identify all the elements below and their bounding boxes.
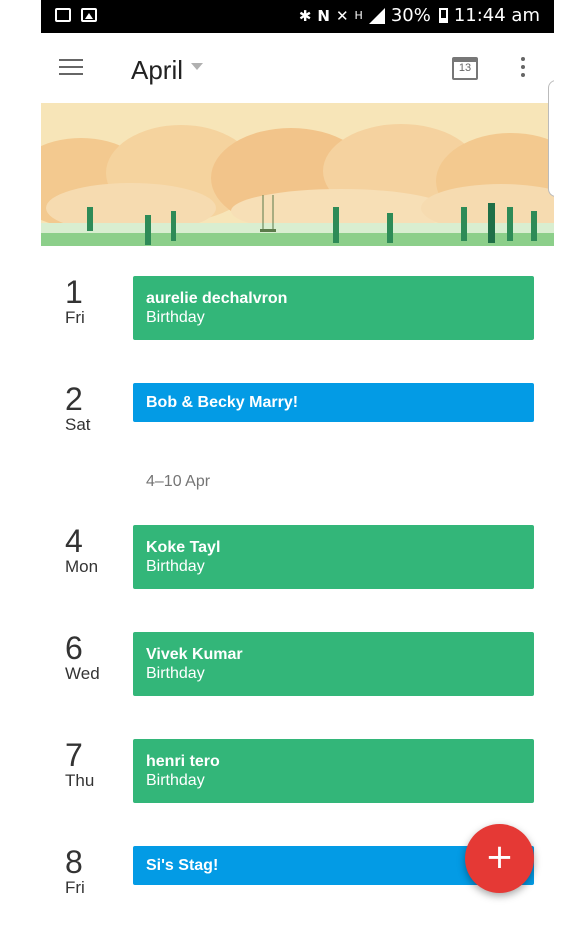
network-type-icon: H <box>354 9 363 22</box>
event-card[interactable]: Koke Tayl Birthday <box>133 525 534 589</box>
day-weekday: Wed <box>65 664 100 683</box>
today-date: 13 <box>458 62 472 74</box>
event-subtitle: Birthday <box>146 558 205 575</box>
day-weekday: Sat <box>65 415 91 434</box>
event-title: Vivek Kumar <box>146 646 243 663</box>
signal-icon <box>368 7 385 24</box>
event-title: Bob & Becky Marry! <box>146 394 299 411</box>
dropdown-caret-icon[interactable] <box>191 63 203 70</box>
event-title: henri tero <box>146 753 220 770</box>
more-options-icon[interactable] <box>519 57 527 81</box>
day-number: 8 <box>65 844 83 880</box>
month-header-illustration <box>41 103 554 246</box>
bluetooth-icon: ✱ <box>298 6 312 25</box>
event-card[interactable]: henri tero Birthday <box>133 739 534 803</box>
event-subtitle: Birthday <box>146 309 205 326</box>
day-weekday: Fri <box>65 308 85 327</box>
event-title: Koke Tayl <box>146 539 221 556</box>
mute-icon: ✕ <box>335 6 349 25</box>
gallery-notification-icon <box>55 8 71 22</box>
calendar-app: ✱ N ✕ H 30% 11:44 am April 13 1 Fri aure… <box>41 0 554 928</box>
event-title: aurelie dechalvron <box>146 290 288 307</box>
day-number: 4 <box>65 523 83 559</box>
battery-percent: 30% <box>390 5 431 26</box>
day-weekday: Fri <box>65 878 85 897</box>
nfc-icon: N <box>317 6 330 25</box>
add-event-button[interactable]: + <box>465 824 534 893</box>
clock: 11:44 am <box>453 5 540 26</box>
day-number: 2 <box>65 381 83 417</box>
today-calendar-icon[interactable]: 13 <box>452 54 478 80</box>
edge-panel-handle[interactable] <box>548 80 554 197</box>
battery-icon <box>438 8 448 23</box>
status-bar: ✱ N ✕ H 30% 11:44 am <box>41 0 554 33</box>
month-selector[interactable]: April <box>131 55 183 86</box>
event-card[interactable]: aurelie dechalvron Birthday <box>133 276 534 340</box>
day-number: 7 <box>65 737 83 773</box>
week-range-label: 4–10 Apr <box>146 473 211 490</box>
event-card[interactable]: Bob & Becky Marry! <box>133 383 534 422</box>
event-subtitle: Birthday <box>146 665 205 682</box>
day-weekday: Mon <box>65 557 99 576</box>
event-card[interactable]: Vivek Kumar Birthday <box>133 632 534 696</box>
app-toolbar: April 13 <box>41 33 554 103</box>
day-weekday: Thu <box>65 771 95 790</box>
day-number: 1 <box>65 274 83 310</box>
day-number: 6 <box>65 630 83 666</box>
spring-trees-illustration <box>41 103 554 246</box>
menu-icon[interactable] <box>59 59 83 77</box>
image-notification-icon <box>81 8 97 22</box>
event-subtitle: Birthday <box>146 772 205 789</box>
